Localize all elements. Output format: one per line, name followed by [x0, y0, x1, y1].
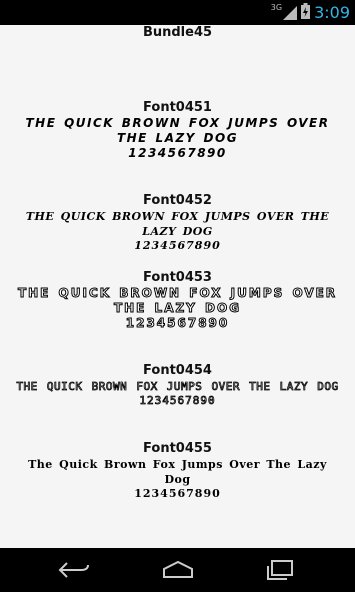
font-item[interactable]: Font0452 The Quick Brown Fox Jumps Over … [0, 193, 355, 253]
home-button[interactable] [148, 548, 208, 592]
battery-icon [301, 2, 311, 23]
font-sample-text: The Quick Brown Fox Jumps Over The Lazy … [28, 458, 327, 486]
page-title: Bundle45 [142, 25, 213, 40]
font-item[interactable]: Font0454 The Quick Brown Fox Jumps Over … [0, 363, 355, 408]
home-icon [163, 560, 193, 578]
font-sample-text: The Quick Brown Fox Jumps Over The Lazy … [16, 380, 339, 394]
font-name: Font0455 [143, 441, 212, 456]
font-sample-text: The Quick Brown Fox Jumps Over The Lazy … [25, 116, 330, 145]
back-button[interactable] [44, 548, 104, 592]
font-name: Font0452 [143, 193, 212, 208]
font-item[interactable]: Font0455 The Quick Brown Fox Jumps Over … [0, 441, 355, 501]
back-icon [58, 562, 89, 578]
status-icons: 3G 3:09 [271, 0, 350, 25]
font-sample-digits: 1234567890 [134, 239, 221, 252]
font-sample-digits: 1234567890 [128, 146, 227, 160]
font-sample-digits: 1234567890 [139, 394, 216, 408]
signal-icon [283, 5, 298, 20]
font-sample-digits: 1234567890 [134, 487, 221, 500]
navigation-bar [0, 548, 355, 592]
font-sample-text: The Quick Brown Fox Jumps Over The Lazy … [17, 286, 338, 316]
clock: 3:09 [314, 3, 350, 22]
font-item[interactable]: Font0451 The Quick Brown Fox Jumps Over … [0, 100, 355, 160]
recents-button[interactable] [250, 548, 310, 592]
font-name: Font0454 [143, 363, 212, 378]
font-name: Font0453 [143, 270, 212, 285]
network-type: 3G [270, 3, 283, 12]
font-list[interactable]: Bundle45 Font0451 The Quick Brown Fox Ju… [0, 25, 355, 548]
font-sample-digits: 1234567890 [125, 316, 230, 331]
font-sample-text: The Quick Brown Fox Jumps Over The Lazy … [25, 210, 330, 238]
status-bar: 3G 3:09 [0, 0, 355, 25]
font-item[interactable]: Font0453 The Quick Brown Fox Jumps Over … [0, 270, 355, 331]
recents-icon [267, 560, 293, 580]
font-name: Font0451 [143, 100, 212, 115]
